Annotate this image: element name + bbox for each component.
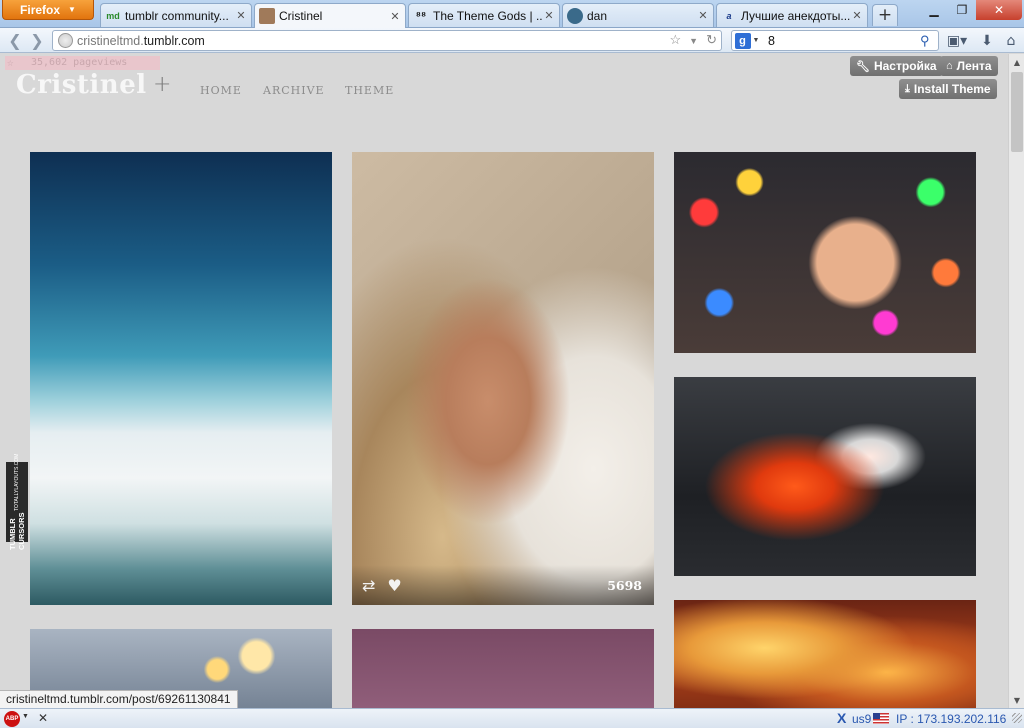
photo-post-embers[interactable]	[674, 377, 976, 576]
globe-icon	[58, 33, 73, 48]
close-addon-bar-icon[interactable]: ✕	[38, 711, 48, 725]
search-engine-selector[interactable]: g ▼	[732, 31, 762, 50]
url-prefix: cristineltmd.	[77, 33, 144, 48]
google-icon: g	[734, 32, 751, 49]
back-button[interactable]: ❮	[4, 31, 26, 50]
forward-button[interactable]: ❯	[26, 31, 48, 50]
chevron-down-icon: ▼	[752, 37, 760, 44]
minimize-button[interactable]: ▁	[920, 0, 948, 20]
tab-label: Cristinel	[279, 9, 323, 23]
scroll-down-arrow-icon[interactable]: ▼	[1009, 692, 1024, 708]
search-icon[interactable]: ⚲	[920, 33, 938, 49]
heart-icon[interactable]: ♥	[387, 576, 401, 595]
adblock-plus-icon[interactable]: ABP	[4, 711, 20, 727]
photo-post-tree[interactable]	[674, 600, 976, 708]
x-addon-icon[interactable]: X	[837, 710, 846, 726]
history-dropdown-icon[interactable]: ▼	[689, 32, 698, 50]
home-icon: ⌂	[946, 60, 953, 72]
tab-cristinel[interactable]: Cristinel ✕	[254, 3, 406, 28]
photo-post-mauve[interactable]	[352, 629, 654, 708]
tab-close-icon[interactable]: ✕	[389, 10, 401, 23]
install-theme-button[interactable]: ⤓ Install Theme	[899, 79, 997, 99]
settings-label: Настройка	[873, 59, 937, 73]
pageviews-counter: ☆ 35,602 pageviews	[5, 56, 160, 70]
maximize-button[interactable]: ❐	[948, 0, 976, 20]
download-icon: ⤓	[905, 82, 910, 95]
tab-close-icon[interactable]: ✕	[851, 9, 863, 22]
tab-close-icon[interactable]: ✕	[697, 9, 709, 22]
chevron-down-icon: ▼	[68, 5, 76, 14]
tab-tumblr-community[interactable]: md tumblr community... ✕	[100, 3, 252, 27]
tab-dan[interactable]: dan ✕	[562, 3, 714, 27]
tab-theme-gods[interactable]: ⁸⁸ The Theme Gods | ... ✕	[408, 3, 560, 27]
counter-icon: ☆	[7, 56, 14, 69]
embers-photo	[674, 377, 976, 576]
downloads-icon[interactable]: ⬇	[976, 31, 998, 50]
tumblr-cursors-tab[interactable]: TUMBLR CURSORS TOTALLYLAYOUTS.COM	[6, 454, 28, 550]
tab-anekdoty[interactable]: a Лучшие анекдоты... ✕	[716, 3, 868, 27]
tumblr-blog-page: ☆ 35,602 pageviews Cristinel + HOME ARCH…	[0, 54, 1008, 708]
tab-close-icon[interactable]: ✕	[235, 9, 247, 22]
bookmark-star-icon[interactable]: ☆	[670, 32, 682, 50]
photo-favicon-icon	[259, 8, 275, 24]
blog-title[interactable]: Cristinel	[16, 70, 147, 100]
new-tab-button[interactable]: +	[872, 4, 898, 26]
beach-photo	[352, 152, 654, 605]
tab-label: The Theme Gods | ...	[433, 8, 543, 23]
nav-home-link[interactable]: HOME	[200, 84, 242, 97]
install-theme-label: Install Theme	[913, 82, 991, 96]
tab-label: Лучшие анекдоты...	[741, 8, 851, 23]
avatar-favicon-icon	[567, 7, 583, 24]
search-bar[interactable]: g ▼ 8 ⚲	[731, 30, 939, 51]
page-scrollbar[interactable]: ▲ ▼	[1008, 54, 1024, 708]
tab-label: dan	[587, 8, 608, 23]
resize-gripper-icon[interactable]	[1012, 713, 1022, 723]
plus-icon: +	[877, 5, 893, 25]
md-favicon-icon: md	[106, 10, 120, 21]
tab-label: tumblr community...	[125, 8, 229, 23]
us-flag-icon	[873, 713, 889, 724]
scroll-up-arrow-icon[interactable]: ▲	[1009, 54, 1024, 70]
photo-post-lights[interactable]	[674, 152, 976, 353]
clouds-photo	[30, 152, 332, 605]
search-input[interactable]: 8	[762, 34, 920, 48]
photo-post-beach[interactable]: ⇄ ♥ 5698	[352, 152, 654, 605]
bookmarks-menu-icon[interactable]: ▣▾	[946, 31, 968, 50]
cursors-subtitle: TOTALLYLAYOUTS.COM	[14, 454, 20, 512]
locale-label: us9	[852, 712, 872, 726]
nav-archive-link[interactable]: ARCHIVE	[263, 84, 325, 97]
dashboard-button[interactable]: ⌂ Лента	[940, 56, 998, 76]
addon-bar: ABP ▼ ✕ X us9 IP : 173.193.202.116	[0, 708, 1024, 728]
tree-lights-photo	[674, 600, 976, 708]
ip-address-label: IP : 173.193.202.116	[896, 712, 1007, 726]
post-actions-overlay: ⇄ ♥ 5698	[352, 565, 654, 605]
status-link-preview: cristineltmd.tumblr.com/post/69261130841	[0, 690, 238, 708]
reblog-icon[interactable]: ⇄	[362, 576, 375, 595]
settings-button[interactable]: 🔧︎ Настройка	[850, 56, 943, 76]
chevron-down-icon[interactable]: ▼	[22, 713, 29, 720]
scroll-thumb[interactable]	[1011, 72, 1023, 152]
tab-close-icon[interactable]: ✕	[543, 9, 555, 22]
home-icon[interactable]: ⌂	[1000, 31, 1022, 50]
nav-theme-link[interactable]: THEME	[345, 84, 394, 97]
glasses-favicon-icon: ⁸⁸	[415, 9, 427, 22]
dashboard-label: Лента	[956, 59, 992, 73]
mauve-photo	[352, 629, 654, 708]
tab-strip: Firefox ▼ md tumblr community... ✕ Crist…	[0, 0, 1024, 28]
url-host: tumblr.com	[143, 33, 205, 48]
firefox-menu-button[interactable]: Firefox ▼	[2, 0, 94, 20]
wrench-icon: 🔧︎	[856, 60, 870, 73]
pageviews-text: 35,602 pageviews	[31, 57, 128, 68]
cursors-title: TUMBLR CURSORS	[8, 512, 26, 550]
fairy-lights-photo	[674, 152, 976, 353]
follow-plus-icon[interactable]: +	[153, 72, 171, 97]
photo-post-clouds[interactable]	[30, 152, 332, 605]
firefox-menu-label: Firefox	[20, 2, 61, 17]
anet-favicon-icon: a	[726, 10, 732, 21]
reload-icon[interactable]: ↻	[706, 32, 717, 50]
notes-count[interactable]: 5698	[607, 578, 642, 593]
url-bar[interactable]: cristineltmd. tumblr.com ☆ ▼ ↻	[52, 30, 722, 51]
navigation-toolbar: ❮ ❯ cristineltmd. tumblr.com ☆ ▼ ↻ g ▼ 8 …	[0, 28, 1024, 53]
close-window-button[interactable]: ✕	[976, 0, 1022, 20]
